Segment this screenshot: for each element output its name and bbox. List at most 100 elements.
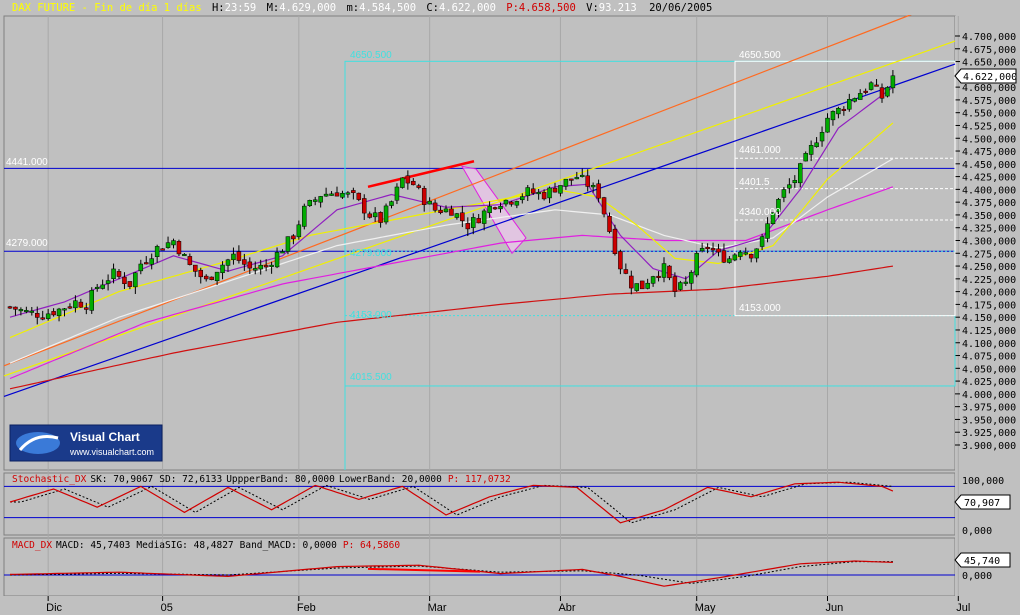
candle-body <box>127 281 133 287</box>
candle-body <box>62 308 67 311</box>
y-tick-label: 4.125,000 <box>962 326 1016 337</box>
candle-body <box>242 259 247 265</box>
chart-header: DAX FUTURE - Fin de día 1 días H:23:59 M… <box>12 2 712 14</box>
candle-body <box>116 271 122 277</box>
box2-382-label: 4340.000 <box>739 207 781 218</box>
candle-body <box>372 212 378 218</box>
candle-body <box>612 228 618 255</box>
candle-body <box>563 178 569 187</box>
candle-body <box>285 236 291 252</box>
candle-body <box>732 254 738 261</box>
candle-body <box>94 286 100 289</box>
candle-body <box>656 275 661 278</box>
candle-body <box>748 254 754 259</box>
y-tick-label: 4.000,000 <box>962 390 1016 401</box>
box2-bottom-label: 4153.000 <box>739 303 781 314</box>
candle-body <box>334 192 340 197</box>
candle-body <box>465 223 471 230</box>
box2-50-label: 4401.5 <box>739 177 770 188</box>
time-axis <box>0 596 1020 615</box>
candle-body <box>678 282 683 290</box>
candle-body <box>29 310 35 313</box>
logo-icon <box>16 432 60 454</box>
candle-body <box>427 200 432 205</box>
x-tick-label: Abr <box>558 602 575 614</box>
candle-body <box>154 246 160 257</box>
candle-body <box>514 201 520 206</box>
candle-body <box>312 199 318 202</box>
candle-body <box>7 306 13 309</box>
header-period: Fin de día 1 días <box>94 2 201 14</box>
y-tick-label: 3.925,000 <box>962 428 1016 439</box>
candle-body <box>639 280 645 290</box>
candle-body <box>356 192 362 200</box>
candle-body <box>536 192 541 195</box>
stochastic-badge: 70,907 <box>954 494 1011 510</box>
y-tick-label: 4.700,000 <box>962 32 1016 43</box>
candle-body <box>765 223 770 239</box>
y-tick-label: 4.450,000 <box>962 160 1016 171</box>
candle-body <box>841 108 847 111</box>
chart-canvas[interactable]: 4.700,0004.675,0004.650,0004.625,0004.60… <box>0 0 1020 615</box>
macd-title: MACD_DX MACD: 45,7403 MediaSIG: 48,4827 Ban… <box>12 540 400 551</box>
candle-body <box>738 251 743 257</box>
candle-body <box>585 175 590 187</box>
candle-body <box>236 251 242 261</box>
x-tick-label: 05 <box>161 602 173 614</box>
candle-body <box>351 190 356 193</box>
candle-body <box>601 197 607 215</box>
candle-body <box>421 188 427 205</box>
candle-body <box>460 212 465 222</box>
candle-body <box>879 87 885 99</box>
y-tick-label: 4.225,000 <box>962 275 1016 286</box>
current-price-badge: 4.622,000 <box>954 68 1017 84</box>
candle-body <box>307 200 312 207</box>
candle-body <box>634 283 639 291</box>
candle-body <box>45 313 51 319</box>
y-tick-label: 4.075,000 <box>962 352 1016 363</box>
candle-body <box>362 198 367 214</box>
visual-chart-logo[interactable]: Visual Chart www.visualchart.com <box>9 424 163 462</box>
candle-body <box>24 310 29 313</box>
y-tick-label: 4.025,000 <box>962 377 1016 388</box>
candle-body <box>171 240 176 246</box>
stoch-axis-bottom: 0,000 <box>962 526 992 537</box>
candle-body <box>509 201 514 205</box>
candle-body <box>138 263 144 272</box>
candle-body <box>225 259 231 266</box>
candle-body <box>825 117 830 133</box>
y-tick-label: 4.275,000 <box>962 249 1016 260</box>
candle-body <box>280 251 285 254</box>
candle-body <box>35 313 40 318</box>
box1-low-label: 4153.000 <box>350 310 392 321</box>
candle-body <box>481 210 487 224</box>
y-tick-label: 4.200,000 <box>962 288 1016 299</box>
y-tick-label: 4.150,000 <box>962 313 1016 324</box>
candle-body <box>787 184 792 189</box>
candle-body <box>781 189 787 198</box>
x-tick-label: Feb <box>297 602 316 614</box>
candle-body <box>607 215 612 232</box>
candle-body <box>618 251 623 270</box>
y-tick-label: 4.575,000 <box>962 96 1016 107</box>
y-tick-label: 3.900,000 <box>962 441 1016 452</box>
candle-body <box>874 84 879 87</box>
candle-body <box>318 196 323 203</box>
macd-axis-zero: 0,000 <box>962 571 992 582</box>
candle-body <box>329 193 334 196</box>
macd-badge: 45,740 <box>954 552 1011 568</box>
candle-body <box>296 224 302 238</box>
candle-body <box>558 185 563 194</box>
candle-body <box>84 307 89 310</box>
y-tick-label: 3.950,000 <box>962 415 1016 426</box>
price-panel[interactable] <box>3 15 956 471</box>
y-tick-label: 4.300,000 <box>962 237 1016 248</box>
candle-body <box>710 248 716 251</box>
candle-body <box>672 276 678 292</box>
logo-url: www.visualchart.com <box>69 447 154 457</box>
candle-body <box>721 250 727 263</box>
y-tick-label: 4.175,000 <box>962 300 1016 311</box>
y-tick-label: 4.100,000 <box>962 339 1016 350</box>
x-tick-label: Jul <box>956 602 970 614</box>
candle-body <box>580 174 585 177</box>
